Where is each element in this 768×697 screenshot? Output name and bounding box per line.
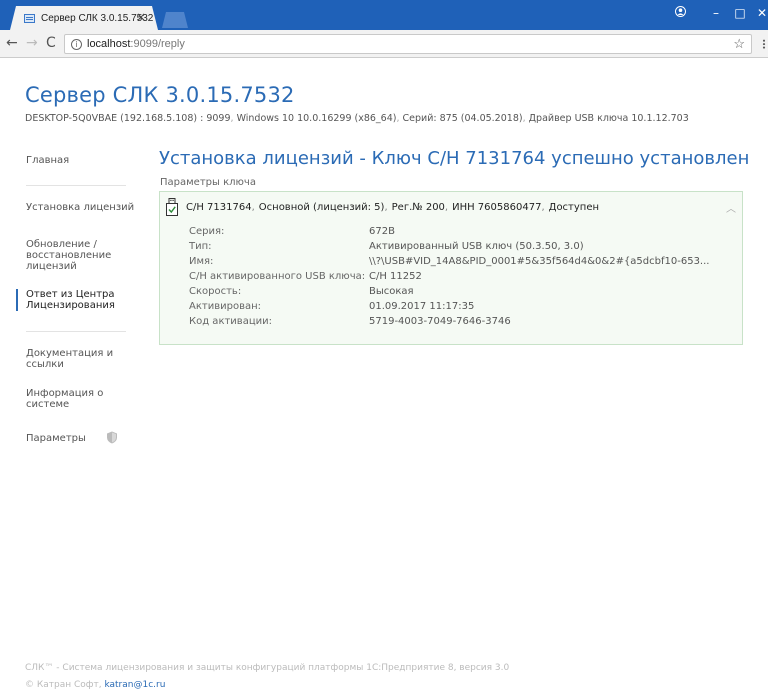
key-status: Доступен bbox=[548, 201, 600, 213]
shield-icon bbox=[107, 431, 117, 444]
key-card: С/Н 7131764, Основной (лицензий: 5), Рег… bbox=[159, 191, 743, 345]
minimize-icon[interactable]: – bbox=[706, 6, 726, 20]
email-link[interactable]: katran@1c.ru bbox=[104, 680, 165, 690]
user-profile-icon[interactable] bbox=[670, 6, 690, 20]
server-driver: Драйвер USB ключа 10.1.12.703 bbox=[528, 113, 689, 124]
detail-value: Высокая bbox=[369, 286, 414, 297]
detail-key: Код активации: bbox=[189, 316, 272, 327]
sidebar-item-system-info[interactable]: Информация о системе bbox=[16, 388, 116, 410]
key-inn: ИНН 7605860477 bbox=[452, 201, 542, 213]
address-bar: ← → C i localhost:9099/reply ☆ bbox=[0, 30, 768, 58]
detail-key: Тип: bbox=[189, 241, 212, 252]
detail-value: \\?\USB#VID_14A8&PID_0001#5&35f564d4&0&2… bbox=[369, 256, 710, 267]
sidebar-divider bbox=[26, 185, 126, 186]
sidebar-item-documentation[interactable]: Документация и ссылки bbox=[16, 348, 121, 370]
menu-dots-icon[interactable] bbox=[762, 39, 766, 51]
sidebar-item-update-licenses[interactable]: Обновление / восстановление лицензий bbox=[16, 239, 136, 272]
server-host: DESKTOP-5Q0VBAE (192.168.5.108) : 9099 bbox=[25, 113, 231, 124]
detail-key: Серия: bbox=[189, 226, 225, 237]
browser-tab[interactable]: Сервер СЛК 3.0.15.7532 × bbox=[10, 6, 158, 30]
footer-description: СЛК™ - Система лицензирования и защиты к… bbox=[25, 663, 510, 673]
sidebar-item-install-licenses[interactable]: Установка лицензий bbox=[16, 202, 136, 213]
close-tab-icon[interactable]: × bbox=[136, 10, 146, 24]
server-info-line: DESKTOP-5Q0VBAE (192.168.5.108) : 9099, … bbox=[25, 113, 689, 124]
sidebar-item-settings[interactable]: Параметры bbox=[16, 431, 136, 444]
window-close-icon[interactable]: ✕ bbox=[752, 6, 768, 20]
browser-titlebar: Сервер СЛК 3.0.15.7532 × – □ ✕ bbox=[0, 0, 768, 30]
server-os: Windows 10 10.0.16299 (x86_64) bbox=[236, 113, 397, 124]
footer-copyright: © Катран Софт, katran@1c.ru bbox=[25, 680, 165, 690]
detail-key: С/Н активированного USB ключа: bbox=[189, 271, 366, 282]
url-host: localhost bbox=[87, 38, 131, 50]
usb-key-icon bbox=[166, 198, 178, 216]
detail-value: Активированный USB ключ (50.3.50, 3.0) bbox=[369, 241, 584, 252]
server-favicon-icon bbox=[24, 13, 35, 23]
info-icon[interactable]: i bbox=[71, 38, 82, 50]
sidebar-divider bbox=[26, 331, 126, 332]
sidebar-item-label: Параметры bbox=[26, 433, 86, 444]
detail-key: Имя: bbox=[189, 256, 214, 267]
page-title: Сервер СЛК 3.0.15.7532 bbox=[25, 83, 295, 107]
url-path: :9099/reply bbox=[130, 38, 185, 50]
sidebar-item-home[interactable]: Главная bbox=[16, 155, 136, 166]
sidebar-item-center-reply[interactable]: Ответ из Центра Лицензирования bbox=[16, 289, 116, 311]
back-arrow-icon[interactable]: ← bbox=[6, 35, 18, 51]
detail-value: С/Н 11252 bbox=[369, 271, 422, 282]
key-serial: С/Н 7131764 bbox=[186, 201, 252, 213]
detail-key: Скорость: bbox=[189, 286, 242, 297]
server-series: Серий: 875 (04.05.2018) bbox=[402, 113, 523, 124]
main-title: Установка лицензий - Ключ С/Н 7131764 ус… bbox=[159, 148, 750, 169]
key-kind: Основной (лицензий: 5) bbox=[258, 201, 385, 213]
key-card-header[interactable]: С/Н 7131764, Основной (лицензий: 5), Рег… bbox=[160, 192, 742, 222]
detail-value: 672B bbox=[369, 226, 395, 237]
reload-icon[interactable]: C bbox=[46, 35, 56, 51]
maximize-icon[interactable]: □ bbox=[730, 6, 750, 20]
bookmark-star-icon[interactable]: ☆ bbox=[733, 36, 745, 52]
forward-arrow-icon[interactable]: → bbox=[26, 35, 38, 51]
detail-value: 5719-4003-7049-7646-3746 bbox=[369, 316, 511, 327]
url-input[interactable]: i localhost:9099/reply ☆ bbox=[64, 34, 752, 54]
detail-value: 01.09.2017 11:17:35 bbox=[369, 301, 475, 312]
detail-key: Активирован: bbox=[189, 301, 261, 312]
copyright-text: © Катран Софт, bbox=[25, 680, 102, 690]
new-tab-button[interactable] bbox=[162, 12, 188, 28]
key-reg: Рег.№ 200 bbox=[391, 201, 445, 213]
chevron-up-icon[interactable]: ︿ bbox=[726, 200, 736, 215]
params-label: Параметры ключа bbox=[160, 177, 256, 188]
